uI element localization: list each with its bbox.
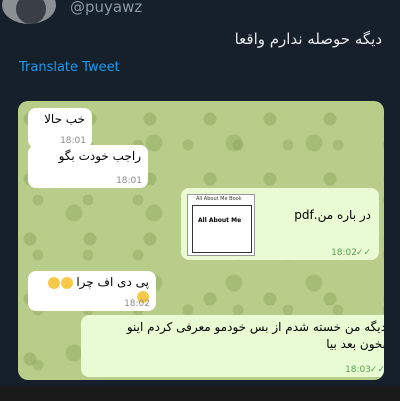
user-handle[interactable]: @puyawz <box>70 0 142 16</box>
file-message-bubble: All About Me Book All About Me در باره م… <box>181 188 379 260</box>
message-time: 18:03 <box>345 365 371 375</box>
pdf-thumbnail[interactable]: All About Me Book All About Me <box>187 194 255 256</box>
message-time: 18:01 <box>116 176 142 186</box>
message-bubble: دیگه من خسته شدم از بس خودمو معرفی کردم … <box>81 315 384 377</box>
tweet-text: دیگه حوصله ندارم واقعا <box>234 30 382 48</box>
bottom-bar <box>0 386 400 401</box>
pdf-thumbnail-title: All About Me Book <box>196 196 242 202</box>
file-name[interactable]: در باره من.pdf <box>294 208 371 222</box>
message-text-line-2: بخون بعد بیا <box>326 337 384 351</box>
double-check-icon: ✓✓ <box>369 365 384 375</box>
laughing-face-icon <box>60 276 73 289</box>
message-text: پی دی اف چرا <box>76 275 149 289</box>
double-check-icon: ✓✓ <box>355 248 371 258</box>
message-time: 18:02 <box>124 299 150 309</box>
chat-screenshot: خب حالا 18:01 راجب خودت بگو 18:01 All Ab… <box>18 101 384 380</box>
message-text: راجب خودت بگو <box>58 149 141 163</box>
message-text-line-1: دیگه من خسته شدم از بس خودمو معرفی کردم … <box>126 320 384 334</box>
pdf-thumbnail-text: All About Me <box>198 217 242 224</box>
message-bubble: راجب خودت بگو 18:01 <box>28 145 148 188</box>
message-bubble: خب حالا 18:01 <box>28 108 92 148</box>
translate-tweet-link[interactable]: Translate Tweet <box>19 60 120 75</box>
message-text: خب حالا <box>44 112 85 126</box>
message-bubble: پی دی اف چرا 18:02 <box>28 271 156 311</box>
avatar[interactable] <box>2 0 56 24</box>
laughing-face-icon <box>47 276 60 289</box>
message-time: 18:02 <box>331 248 357 258</box>
